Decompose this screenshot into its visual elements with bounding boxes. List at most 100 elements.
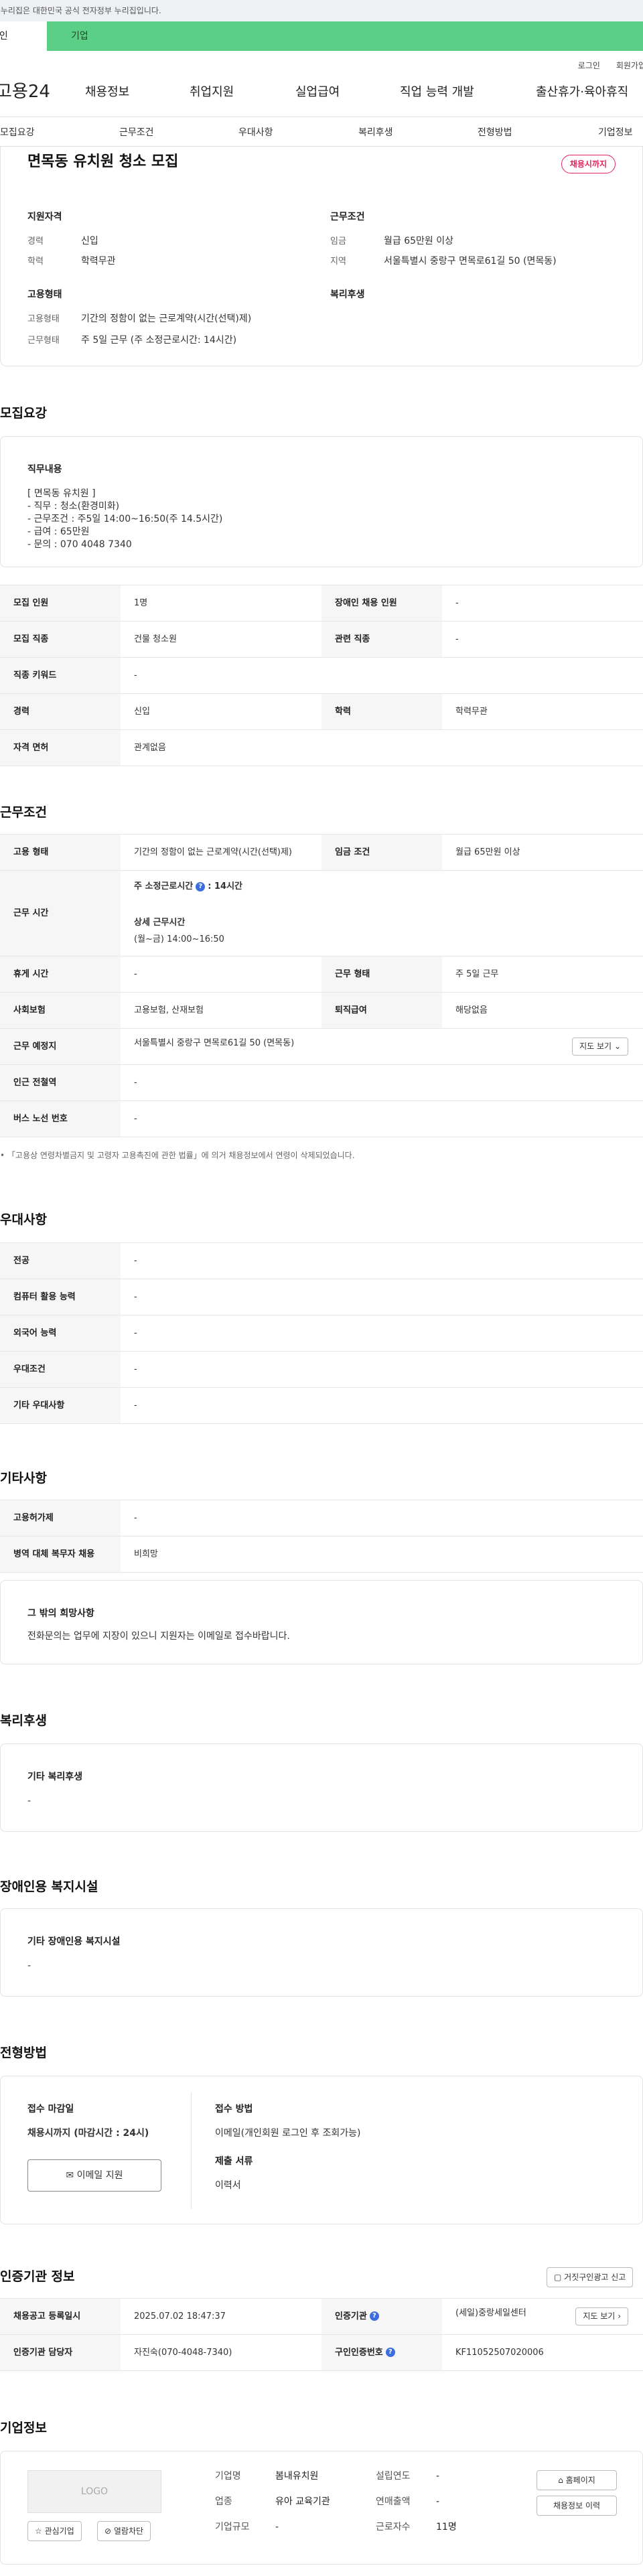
hours-weekly-label: 주 소정근로시간 xyxy=(134,881,194,892)
hours-detail-label: 상세 근무시간 xyxy=(134,917,186,928)
tab-personal-label: 개인 xyxy=(0,30,8,42)
table-row: 외국어 능력 - xyxy=(0,1315,643,1352)
preferences-heading: 우대사항 xyxy=(0,1212,47,1227)
signup-link[interactable]: 회원가입 xyxy=(616,60,643,71)
company-industry-value: 유아 교육기관 xyxy=(275,2496,330,2507)
cond-wage-label: 임금 xyxy=(330,236,346,246)
block-icon: ⊘ xyxy=(104,2526,112,2536)
table-row: 근무 예정지 서울특별시 중랑구 면목로61길 50 (면목동) 지도 보기 ⌄ xyxy=(0,1028,643,1065)
table-row: 버스 노선 번호 - xyxy=(0,1100,643,1137)
gnb-item-skill-development[interactable]: 직업 능력 개발 xyxy=(400,84,474,100)
login-link[interactable]: 로그인 xyxy=(578,60,600,71)
row-value: - xyxy=(121,1315,643,1352)
table-row: 고용허가제 - xyxy=(0,1500,643,1536)
info-icon[interactable]: ? xyxy=(369,2311,379,2321)
selection-box: 접수 마감일 채용시까지 (마감시간 : 24시) ✉ 이메일 지원 접수 방법… xyxy=(0,2076,643,2224)
deadline-value: 채용시까지 (마감시간 : 24시) xyxy=(27,2128,149,2139)
map-button[interactable]: 지도 보기 ⌄ xyxy=(572,1037,628,1056)
table-row: 직종 키워드 - xyxy=(0,657,643,694)
row-label: 고용 형태 xyxy=(0,834,121,871)
company-founded: 설립연도 - xyxy=(376,2470,439,2483)
row-label: 사회보험 xyxy=(0,992,121,1029)
row-label: 우대조건 xyxy=(0,1351,121,1388)
subnav-benefits[interactable]: 복리후생 xyxy=(358,127,393,139)
site-logo[interactable]: 고용24 xyxy=(0,80,50,104)
cond-wage: 임금 월급 65만원 이상 xyxy=(330,235,453,248)
company-name-label: 기업명 xyxy=(215,2471,241,2482)
agency-heading: 인증기관 정보 xyxy=(0,2269,75,2284)
homepage-button[interactable]: ⌂ 홈페이지 xyxy=(537,2470,617,2491)
conditions-heading: 근무조건 xyxy=(330,212,365,222)
row-value: - xyxy=(121,1279,643,1315)
row-label: 채용공고 등록일시 xyxy=(0,2298,121,2335)
subnav-preferences[interactable]: 우대사항 xyxy=(238,127,273,139)
row-value: 신입 xyxy=(121,693,322,730)
org-label: 인증기관 xyxy=(335,2311,367,2321)
row-label: 근무 예정지 xyxy=(0,1028,121,1065)
qual-education-value: 학력무관 xyxy=(81,256,116,267)
company-founded-value: - xyxy=(436,2471,440,2482)
table-row: 우대조건 - xyxy=(0,1351,643,1388)
deadline-label: 접수 마감일 xyxy=(27,2104,74,2115)
tab-personal[interactable]: 개인 xyxy=(0,21,47,51)
row-value: - xyxy=(121,1100,643,1137)
row-value: KF11052507020006 xyxy=(442,2334,643,2371)
table-row: 사회보험 고용보험, 산재보험 퇴직급여 해당없음 xyxy=(0,992,643,1029)
info-icon[interactable]: ? xyxy=(196,881,206,891)
row-label: 직종 키워드 xyxy=(0,657,121,694)
favorite-company-button[interactable]: ☆ 관심기업 xyxy=(27,2521,82,2542)
subnav-company[interactable]: 기업정보 xyxy=(598,127,633,139)
gnb-item-unemployment-benefit[interactable]: 실업급여 xyxy=(295,84,340,100)
tab-corporate[interactable]: 기업 xyxy=(47,21,643,51)
qual-education: 학력 학력무관 xyxy=(27,255,116,268)
row-label: 기타 우대사항 xyxy=(0,1387,121,1424)
email-apply-button[interactable]: ✉ 이메일 지원 xyxy=(27,2159,161,2192)
table-row: 기타 우대사항 - xyxy=(0,1387,643,1424)
table-row: 전공 - xyxy=(0,1242,643,1279)
org-value: (세일)중랑세일센터 xyxy=(455,2308,526,2319)
emp-form-value: 주 5일 근무 (주 소정근로시간: 14시간) xyxy=(81,335,237,346)
wish-text: 전화문의는 업무에 지장이 있으니 지원자는 이메일로 접수바랍니다. xyxy=(27,1631,290,1642)
qual-education-label: 학력 xyxy=(27,257,44,267)
job-history-button[interactable]: 채용정보 이력 xyxy=(537,2496,617,2516)
company-box: LOGO ☆ 관심기업 ⊘ 열람차단 기업명 봄내유치원 업종 유아 교육기관 기업… xyxy=(0,2451,643,2565)
subnav-recruit[interactable]: 모집요강 xyxy=(0,127,35,139)
emp-form-label: 근무형태 xyxy=(27,336,60,346)
row-value: - xyxy=(121,1064,643,1101)
gov-banner: 이 누리집은 대한민국 공식 전자정부 누리집입니다. xyxy=(0,0,643,21)
gnb-item-jobs[interactable]: 채용정보 xyxy=(85,84,129,100)
row-label: 인증기관? xyxy=(322,2298,442,2335)
agency-map-button[interactable]: 지도 보기 › xyxy=(575,2307,628,2325)
table-row: 모집 인원 1명 장애인 채용 인원 - xyxy=(0,585,643,622)
emp-form: 근무형태 주 5일 근무 (주 소정근로시간: 14시간) xyxy=(27,334,236,347)
qual-career-label: 경력 xyxy=(27,236,44,246)
row-label: 장애인 채용 인원 xyxy=(322,585,442,622)
table-row: 컴퓨터 활용 능력 - xyxy=(0,1279,643,1315)
deadline-badge: 채용시까지 xyxy=(561,155,616,174)
row-label: 근무 형태 xyxy=(322,956,442,993)
table-row: 휴게 시간 - 근무 형태 주 5일 근무 xyxy=(0,956,643,993)
row-label: 병역 대체 복무자 채용 xyxy=(0,1536,121,1573)
section-subnav: 모집요강 근무조건 우대사항 복리후생 전형방법 기업정보 xyxy=(0,117,643,147)
employment-type-heading: 고용형태 xyxy=(27,289,62,300)
selection-divider xyxy=(191,2092,192,2209)
info-icon[interactable]: ? xyxy=(385,2348,395,2358)
org-cell: (세일)중랑세일센터 지도 보기 › xyxy=(442,2298,643,2335)
emp-type-value: 기간의 정함이 없는 근로계약(시간(선택)제) xyxy=(81,313,252,324)
subnav-conditions[interactable]: 근무조건 xyxy=(119,127,154,139)
gnb-item-parental-leave[interactable]: 출산휴가·육아휴직 xyxy=(536,84,628,100)
gnb-item-employment-support[interactable]: 취업지원 xyxy=(190,84,234,100)
subnav-selection[interactable]: 전형방법 xyxy=(478,127,512,139)
table-row: 근무 시간 주 소정근로시간?: 14시간 상세 근무시간 (월~금) 14:0… xyxy=(0,870,643,956)
table-row: 채용공고 등록일시 2025.07.02 18:47:37 인증기관? (세일)… xyxy=(0,2298,643,2335)
disability-heading: 장애인용 복지시설 xyxy=(0,1879,98,1894)
row-label: 퇴직급여 xyxy=(322,992,442,1029)
hours-weekly: 주 소정근로시간?: 14시간 xyxy=(134,881,643,893)
qualification-heading: 지원자격 xyxy=(27,212,62,222)
company-revenue: 연매출액 - xyxy=(376,2496,439,2508)
hours-cell: 주 소정근로시간?: 14시간 상세 근무시간 (월~금) 14:00~16:5… xyxy=(121,870,643,956)
report-fake-ad-button[interactable]: ▢ 거짓구인광고 신고 xyxy=(547,2267,634,2288)
block-view-button[interactable]: ⊘ 열람차단 xyxy=(97,2521,151,2542)
emp-type-label: 고용형태 xyxy=(27,314,60,324)
row-value: - xyxy=(121,1351,643,1388)
